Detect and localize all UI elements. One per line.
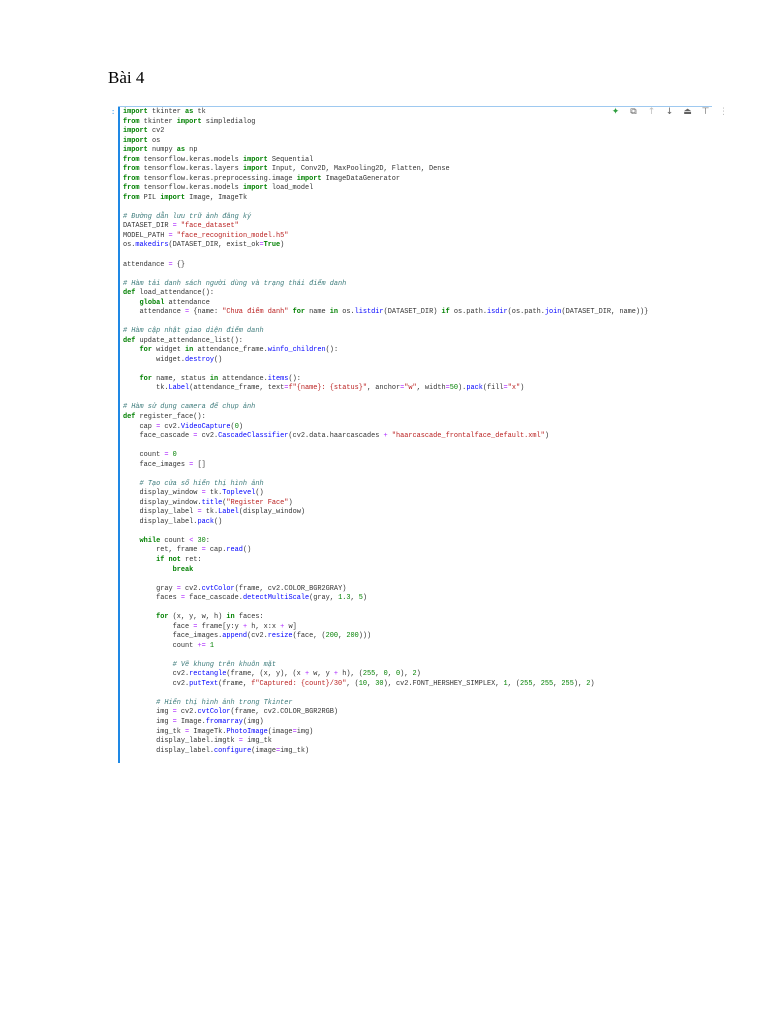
code-line: display_label.pack() [123,517,223,526]
insert-above-icon[interactable]: ⏏ [682,107,693,117]
code-line: break [172,565,194,574]
code-line: img_tk = ImageTk.PhotoImage(image=img) [123,727,314,736]
code-line: def register_face(): [123,413,206,421]
code-line: img = Image.fromarray(img) [123,718,264,726]
more-icon[interactable]: ⋮ [718,107,729,117]
code-line: global attendance [139,298,210,307]
code-line: faces = face_cascade.detectMultiScale(gr… [123,594,368,603]
insert-below-icon[interactable]: ⊤ [700,107,711,117]
code-line: display_label.imgtk = img_tk [123,737,272,746]
code-line: display_window = tk.Toplevel() [123,489,264,498]
code-line: while count < 30: [139,536,210,545]
code-line: widget.destroy() [123,355,223,364]
code-line: DATASET_DIR = "face_dataset" [123,222,239,231]
code-line: ret, frame = cap.read() [123,546,252,555]
code-line: count += 1 [123,641,214,650]
code-line: from tkinter import simpledialog [123,117,256,126]
code-line: import numpy as np [123,146,198,155]
code-line: # Hàm sử dụng camera để chụp ảnh [123,403,256,412]
code-line: for name, status in attendance.items(): [139,374,301,383]
code-line: import cv2 [123,127,165,136]
code-line: cap = cv2.VideoCapture(0) [123,422,243,431]
code-line: # Vẽ khung trên khuôn mặt [172,660,277,669]
code-line: if not ret: [156,555,202,564]
code-line: face_images = [] [123,460,206,469]
code-line: from tensorflow.keras.layers import Inpu… [123,165,450,174]
code-line: from tensorflow.keras.preprocessing.imag… [123,174,401,183]
code-line: # Hàm cập nhật giao diện điểm danh [123,327,264,336]
page-heading: Bài 4 [108,68,145,87]
code-line: display_label = tk.Label(display_window) [123,508,305,517]
code-line: gray = cv2.cvtColor(frame, cv2.COLOR_BGR… [123,584,347,593]
cell-prompt: : [111,109,116,117]
code-line: import os [123,136,161,145]
code-line: face_cascade = cv2.CascadeClassifier(cv2… [123,432,549,441]
code-line: # Hiển thị hình ảnh trong Tkinter [156,698,293,707]
code-line: img = cv2.cvtColor(frame, cv2.COLOR_BGR2… [123,708,339,717]
code-line: for widget in attendance_frame.winfo_chi… [139,346,339,355]
code-line: MODEL_PATH = "face_recognition_model.h5" [123,231,289,240]
code-line: attendance = {} [123,260,186,269]
code-line: count = 0 [123,451,177,460]
code-line: def update_attendance_list(): [123,336,243,345]
code-line: tk.Label(attendance_frame, text=f"{name}… [123,384,525,393]
code-line: from PIL import Image, ImageTk [123,193,248,202]
code-line: os.makedirs(DATASET_DIR, exist_ok=True) [123,241,285,250]
code-line: cv2.putText(frame, f"Captured: {count}/3… [123,679,595,688]
move-down-icon[interactable]: ↓ [664,107,675,117]
code-line: # Đường dẫn lưu trữ ảnh đăng ký [123,212,252,221]
code-line: cv2.rectangle(frame, (x, y), (x + w, y +… [123,670,421,679]
code-line: # Hàm tải danh sách người dùng và trạng … [123,279,347,288]
code-line: face_images.append(cv2.resize(face, (200… [123,632,372,641]
code-line: attendance = {name: "Chưa điểm danh" for… [123,308,649,317]
code-line: from tensorflow.keras.models import Sequ… [123,155,314,164]
code-line: display_window.title("Register Face") [123,498,293,507]
code-editor[interactable]: import tkinter as tk from tkinter import … [123,108,648,756]
code-line: display_label.configure(image=img_tk) [123,746,310,755]
code-line: for (x, y, w, h) in faces: [156,613,264,622]
code-line: import tkinter as tk [123,108,206,116]
code-line: def load_attendance(): [123,289,214,298]
code-line: face = frame[y:y + h, x:x + w] [123,622,297,631]
code-line: from tensorflow.keras.models import load… [123,184,314,193]
code-line: # Tạo cửa sổ hiển thị hình ảnh [139,479,264,488]
